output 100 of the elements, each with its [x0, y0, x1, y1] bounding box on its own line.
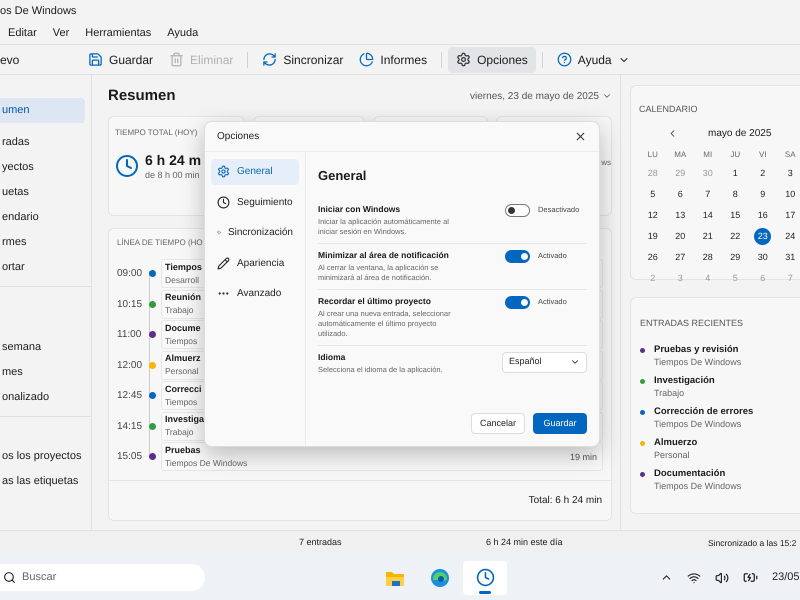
wifi-icon[interactable]: [687, 570, 701, 584]
calendar-day[interactable]: 16: [754, 207, 772, 224]
toolbar-button[interactable]: Informes: [351, 46, 436, 72]
sync-status: Sincronizado a las 15:2: [708, 536, 796, 550]
stat-text: ws: [601, 156, 611, 168]
calendar-day[interactable]: 5: [644, 186, 662, 203]
entry-subtitle: Tiempos De Windows: [165, 456, 248, 470]
entry-title: Investiga: [165, 413, 204, 426]
calendar-day[interactable]: 3: [782, 165, 799, 182]
calendar-day[interactable]: 23: [754, 228, 772, 245]
calendar-day[interactable]: 21: [699, 228, 716, 245]
toggle-switch[interactable]: [505, 296, 530, 308]
close-icon[interactable]: [574, 130, 587, 143]
calendar-day[interactable]: 15: [726, 207, 744, 224]
day-total: 6 h 24 min este día: [486, 536, 563, 550]
calendar-day[interactable]: 19: [644, 228, 662, 245]
volume-icon[interactable]: [715, 570, 729, 584]
toolbar-button[interactable]: Opciones: [448, 46, 536, 72]
entry-subtitle: Tiempos De Windows: [654, 480, 742, 493]
pie-chart-icon: [359, 52, 374, 67]
save-button[interactable]: Guardar: [533, 413, 587, 434]
toggle-switch[interactable]: [505, 250, 530, 262]
toolbar-button[interactable]: Sincronizar: [254, 46, 352, 72]
entry-time: 12:00: [117, 358, 144, 373]
stat-label: TIEMPO TOTAL (HOY): [115, 126, 198, 138]
entry-title: Pruebas: [165, 444, 201, 457]
calendar-day[interactable]: 29: [726, 249, 744, 266]
toolbar-button[interactable]: Ayuda: [548, 46, 638, 72]
page-title: Resumen: [108, 86, 176, 106]
calendar-day[interactable]: 31: [782, 249, 799, 266]
sidebar-item[interactable]: endario: [0, 205, 85, 230]
sidebar-item[interactable]: as las etiquetas: [0, 469, 85, 494]
calendar-day[interactable]: 14: [699, 207, 716, 224]
search-icon: [3, 571, 16, 584]
menu-item[interactable]: Ver: [52, 24, 70, 42]
calendar-day[interactable]: 27: [672, 249, 689, 266]
browser-icon: [430, 568, 450, 588]
calendar-day[interactable]: 8: [726, 186, 744, 203]
entry-title[interactable]: Documentación: [654, 467, 742, 480]
nav-item[interactable]: Avanzado: [211, 281, 299, 306]
sidebar-item[interactable]: ortar: [0, 255, 85, 280]
toggle-switch[interactable]: [505, 204, 530, 216]
calendar-day[interactable]: 22: [726, 228, 744, 245]
calendar-day[interactable]: 20: [672, 228, 689, 245]
cancel-button[interactable]: Cancelar: [471, 413, 525, 434]
stat-value: 6 h 24 m: [145, 150, 202, 168]
menu-item[interactable]: Ayuda: [167, 24, 198, 42]
menu-item[interactable]: Herramientas: [85, 24, 152, 42]
new-button[interactable]: evo: [0, 50, 80, 68]
entry-title[interactable]: Investigación: [654, 374, 715, 387]
nav-item[interactable]: Sincronización: [211, 220, 299, 246]
toolbar-button[interactable]: Guardar: [80, 46, 162, 72]
battery-icon[interactable]: [743, 570, 758, 585]
setting-title: Idioma: [318, 352, 346, 362]
sidebar-item[interactable]: onalizado: [0, 385, 85, 410]
taskbar-app[interactable]: [463, 560, 507, 594]
search-field[interactable]: Buscar: [0, 564, 205, 591]
sidebar-item[interactable]: uetas: [0, 180, 85, 205]
entry-title: Almuerz: [165, 352, 201, 366]
calendar-day[interactable]: 9: [754, 186, 772, 203]
sidebar-item[interactable]: semana: [0, 335, 85, 360]
calendar-day[interactable]: 2: [754, 165, 772, 182]
calendar-day[interactable]: 7: [699, 186, 716, 203]
entry-time: 10:15: [117, 298, 144, 312]
nav-item[interactable]: Apariencia: [211, 250, 299, 276]
calendar-day[interactable]: 30: [754, 249, 772, 266]
stat-subtitle: de 8 h 00 min: [145, 168, 201, 182]
entry-title[interactable]: Corrección de errores: [654, 405, 754, 418]
nav-item[interactable]: General: [211, 159, 299, 184]
card-title: CALENDARIO: [639, 104, 698, 114]
calendar-day[interactable]: 10: [782, 186, 799, 203]
entry-subtitle: Personal: [165, 365, 199, 378]
clock-date[interactable]: 23/05: [772, 569, 800, 586]
sidebar-item[interactable]: mes: [0, 360, 85, 385]
calendar-day[interactable]: 17: [782, 207, 799, 224]
calendar-day[interactable]: 1: [726, 165, 744, 182]
language-select[interactable]: Español: [502, 352, 587, 372]
nav-item[interactable]: Seguimiento: [211, 190, 299, 215]
menu-item[interactable]: Editar: [8, 24, 37, 42]
date-picker[interactable]: viernes, 23 de mayo de 2025: [470, 88, 612, 104]
sidebar-item[interactable]: yectos: [0, 155, 85, 180]
sync-icon: [262, 52, 278, 67]
sidebar-item[interactable]: os los proyectos: [0, 444, 85, 469]
calendar-day[interactable]: 13: [672, 207, 689, 224]
calendar-day[interactable]: 6: [672, 186, 689, 203]
setting-title: Recordar el último proyecto: [318, 296, 432, 306]
calendar-day[interactable]: 12: [644, 207, 662, 224]
entry-subtitle: Tiempos: [165, 334, 198, 348]
entry-title[interactable]: Pruebas y revisión: [654, 343, 742, 356]
sidebar-item[interactable]: rmes: [0, 230, 85, 255]
calendar-day[interactable]: 24: [782, 228, 799, 245]
calendar-day[interactable]: 26: [644, 249, 662, 266]
entry-title: Correcci: [165, 382, 202, 396]
entry-subtitle: Tiempos: [165, 396, 198, 409]
sidebar-item[interactable]: umen: [0, 98, 85, 123]
entry-title[interactable]: Almuerzo: [654, 436, 698, 449]
sidebar-item[interactable]: radas: [0, 130, 85, 155]
entry-subtitle: Tiempos De Windows: [654, 356, 742, 369]
calendar-day[interactable]: 28: [699, 249, 716, 266]
card-title: LÍNEA DE TIEMPO (HO: [117, 236, 203, 248]
